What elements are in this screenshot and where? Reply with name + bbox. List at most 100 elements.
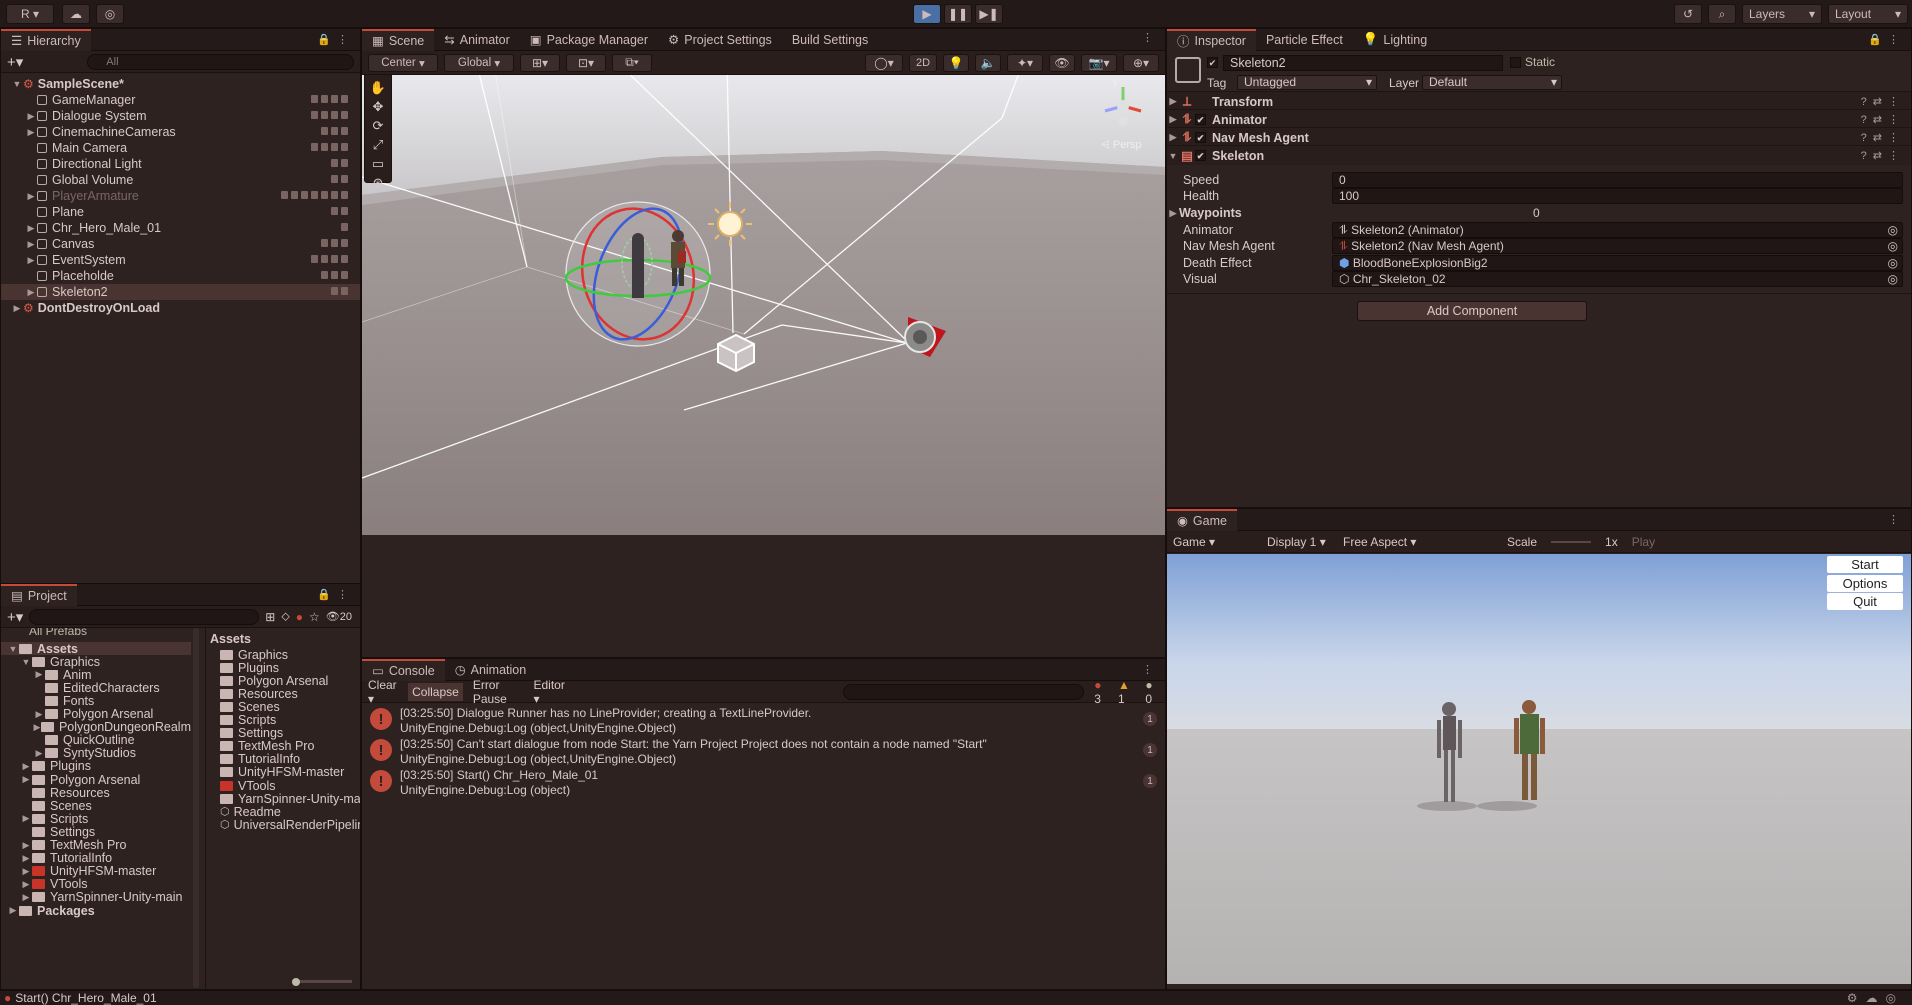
chevron-right-icon[interactable]: ▶ — [25, 127, 37, 138]
object-picker-icon[interactable]: ◎ — [1888, 223, 1898, 237]
hierarchy-item[interactable]: ▶ CinemachineCameras — [1, 124, 360, 140]
camera-settings-icon[interactable]: 📷▾ — [1081, 53, 1117, 72]
project-folder[interactable]: Resources — [1, 786, 191, 800]
chevron-right-icon[interactable]: ▶ — [25, 111, 37, 122]
project-folder[interactable]: ▼ Assets — [1, 642, 191, 656]
asset-item[interactable]: YarnSpinner-Unity-main — [206, 792, 360, 806]
static-checkbox[interactable] — [1510, 57, 1521, 68]
collab-icon[interactable]: ◎ — [96, 4, 124, 24]
layout-dropdown[interactable]: Layout ▾ — [1828, 4, 1908, 24]
asset-item[interactable]: VTools — [206, 779, 360, 793]
filter-type-icon[interactable]: ⊞ — [265, 610, 275, 624]
add-component-button[interactable]: Add Component — [1357, 301, 1587, 321]
aspect-dropdown[interactable]: Free Aspect ▾ — [1343, 535, 1493, 549]
tab-project-settings[interactable]: ⚙ Project Settings — [658, 29, 782, 51]
project-folder[interactable]: QuickOutline — [1, 733, 191, 747]
draw-mode-icon[interactable]: ◯▾ — [865, 53, 903, 72]
asset-item[interactable]: Scripts — [206, 713, 360, 727]
game-viewport[interactable]: Start Options Quit — [1167, 554, 1911, 989]
zoom-slider[interactable] — [292, 977, 352, 986]
tab-scene[interactable]: ▦ Scene — [362, 28, 435, 51]
chevron-right-icon[interactable]: ▶ — [7, 905, 19, 916]
chevron-right-icon[interactable]: ▶ — [33, 669, 45, 680]
component-menu-icons[interactable]: ?⇄⋮ — [1861, 149, 1905, 162]
projection-label[interactable]: ⩤ Persp — [1101, 139, 1142, 152]
project-folder[interactable]: ▶ PolygonDungeonRealm — [1, 720, 191, 734]
console-entry[interactable]: ! [03:25:50] Can't start dialogue from no… — [362, 734, 1165, 766]
row-status-icons[interactable] — [321, 127, 348, 135]
rotate-tool-icon[interactable]: ⟳ — [373, 118, 384, 134]
hierarchy-item[interactable]: ▶ EventSystem — [1, 252, 360, 268]
row-status-icons[interactable] — [331, 159, 348, 167]
chevron-right-icon[interactable]: ▶ — [20, 840, 32, 851]
hierarchy-item[interactable]: ▶ Chr_Hero_Male_01 — [1, 220, 360, 236]
panel-menu-icons[interactable]: 🔒⋮ — [317, 33, 354, 46]
project-search-input[interactable] — [29, 608, 260, 625]
chevron-right-icon[interactable]: ▶ — [25, 255, 37, 266]
chevron-right-icon[interactable]: ▶ — [20, 879, 32, 890]
panel-menu-icons[interactable]: 🔒⋮ — [317, 588, 354, 601]
tab-hierarchy[interactable]: ☰ Hierarchy — [1, 28, 91, 51]
align-icon[interactable]: ⧉▾ — [612, 53, 652, 72]
component-menu-icons[interactable]: ?⇄⋮ — [1861, 131, 1905, 144]
scale-slider[interactable] — [1551, 540, 1592, 543]
chevron-right-icon[interactable]: ▶ — [20, 774, 32, 785]
object-name-field[interactable]: Skeleton2 — [1223, 55, 1503, 71]
game-start-button[interactable]: Start — [1827, 556, 1903, 573]
panel-menu-icons[interactable]: ⋮ — [1888, 513, 1905, 526]
cloud-icon[interactable]: ☁ — [62, 4, 90, 24]
row-status-icons[interactable] — [311, 255, 348, 263]
grid-snap-icon[interactable]: ⊞▾ — [520, 53, 560, 72]
project-folder[interactable]: ▶ TutorialInfo — [1, 851, 191, 865]
row-status-icons[interactable] — [321, 239, 348, 247]
row-status-icons[interactable] — [341, 223, 348, 231]
error-count[interactable]: ● 3 — [1094, 678, 1108, 706]
hierarchy-item[interactable]: Main Camera — [1, 140, 360, 156]
project-folder[interactable]: ▶ TextMesh Pro — [1, 838, 191, 852]
panel-menu-icons[interactable]: 🔒⋮ — [1868, 33, 1905, 46]
hierarchy-item[interactable]: Directional Light — [1, 156, 360, 172]
asset-item[interactable]: ⬡UniversalRenderPipelineGlobalSetti — [206, 818, 360, 832]
row-status-icons[interactable] — [281, 191, 348, 199]
hierarchy-item[interactable]: Placeholde — [1, 268, 360, 284]
project-folder[interactable]: Scenes — [1, 799, 191, 813]
component-header[interactable]: ▼ ▤ ✔ Skeleton ?⇄⋮ — [1167, 145, 1911, 165]
project-folder[interactable]: EditedCharacters — [1, 681, 191, 695]
console-search-input[interactable] — [842, 683, 1085, 700]
component-menu-icons[interactable]: ?⇄⋮ — [1861, 95, 1905, 108]
hierarchy-item[interactable]: ▶ Skeleton2 — [1, 284, 360, 300]
scale-tool-icon[interactable]: ⤢ — [373, 137, 383, 153]
panel-menu-icons[interactable]: ⋮ — [1142, 663, 1159, 676]
account-dropdown[interactable]: R ▾ — [6, 4, 54, 24]
step-button[interactable]: ▶❚ — [975, 4, 1003, 24]
chevron-right-icon[interactable]: ▶ — [33, 722, 41, 733]
project-folder[interactable]: ▶ Packages — [1, 904, 191, 918]
asset-item[interactable]: Graphics — [206, 648, 360, 662]
tab-game[interactable]: ◉ Game — [1167, 508, 1237, 531]
asset-item[interactable]: ⬡ Readme — [206, 805, 360, 819]
project-folder[interactable]: Settings — [1, 825, 191, 839]
tab-package-manager[interactable]: ▣ Package Manager — [520, 29, 658, 51]
waypoints-count[interactable]: 0 — [1527, 205, 1552, 221]
chevron-right-icon[interactable]: ▶ — [1167, 114, 1179, 125]
tree-scrollbar[interactable] — [193, 628, 199, 988]
chevron-right-icon[interactable]: ▶ — [20, 866, 32, 877]
project-folder[interactable]: Fonts — [1, 694, 191, 708]
clear-button[interactable]: Clear ▾ — [368, 678, 398, 706]
gizmos-icon[interactable]: ⊕▾ — [1123, 53, 1159, 72]
row-status-icons[interactable] — [331, 175, 348, 183]
display-dropdown[interactable]: Display 1 ▾ — [1267, 535, 1329, 549]
assets-breadcrumb[interactable]: Assets — [210, 632, 251, 646]
pause-button[interactable]: ❚❚ — [944, 4, 972, 24]
scene-menu-icon[interactable]: ⋮ — [1142, 31, 1159, 44]
row-status-icons[interactable] — [311, 143, 348, 151]
chevron-right-icon[interactable]: ▶ — [25, 239, 37, 250]
component-enabled-checkbox[interactable]: ✔ — [1195, 150, 1206, 161]
hierarchy-item[interactable]: Global Volume — [1, 172, 360, 188]
hierarchy-item[interactable]: ▶ Canvas — [1, 236, 360, 252]
tab-build-settings[interactable]: Build Settings — [782, 29, 878, 51]
game-quit-button[interactable]: Quit — [1827, 593, 1903, 610]
orientation-gizmo[interactable]: y ⩤ Persp — [1093, 77, 1153, 152]
error-pause-toggle[interactable]: Error Pause — [473, 678, 524, 706]
chevron-right-icon[interactable]: ▶ — [33, 709, 45, 720]
